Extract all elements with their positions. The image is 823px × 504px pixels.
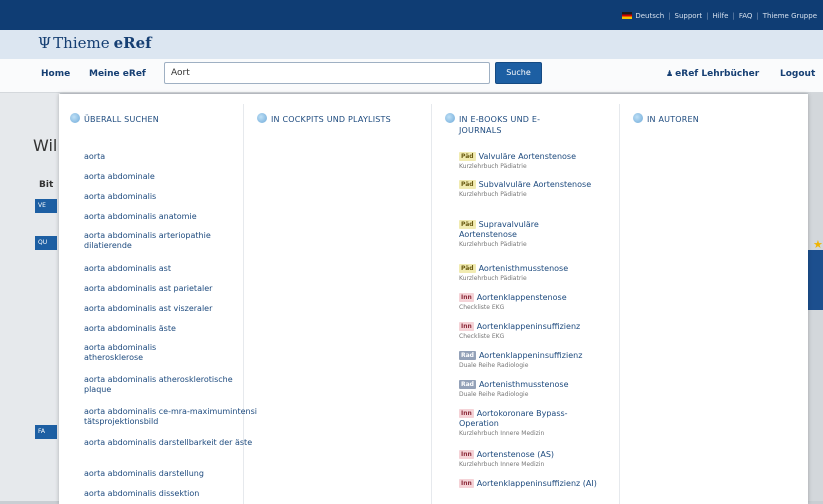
ebook-result[interactable]: Päd Supravalvuläre Aortenstenose Kurzlehr… [459,220,599,249]
subject-badge: Inn [459,322,474,331]
top-link-faq[interactable]: FAQ [739,12,753,20]
ebook-result-title: Subvalvuläre Aortenstenose [478,180,592,189]
ebook-result-title: Aortenklappeninsuffizienz [476,322,581,331]
ebook-result[interactable]: Päd Aortenisthmusstenose Kurzlehrbuch Päd… [459,264,599,283]
search-suggestions-dropdown: ÜBERALL SUCHEN IN COCKPITS UND PLAYLISTS… [59,94,808,504]
background-right-block [808,250,823,310]
thieme-logo-icon: Ψ [38,34,52,52]
subject-badge: Inn [459,409,474,418]
ebook-result-source: Duale Reihe Radiologie [459,362,529,369]
ebook-result-source: Checkliste EKG [459,304,505,311]
subject-badge: Inn [459,479,474,488]
ebook-result[interactable]: Päd Subvalvuläre Aortenstenose Kurzlehrbu… [459,180,599,199]
logout-link[interactable]: Logout [780,69,815,79]
suggestion-item[interactable]: aorta abdominalis ast parietaler [84,284,274,294]
background-label: Bit [39,180,54,190]
ebook-result-title: Aortenklappenstenose [476,293,567,302]
ebook-result[interactable]: Inn Aortenstenose (AS) Kurzlehrbuch Inner… [459,450,599,469]
ebook-result-title: Valvuläre Aortenstenose [478,152,577,161]
subject-badge: Rad [459,351,476,360]
ebook-result-source: Kurzlehrbuch Pädiatrie [459,241,527,248]
column-divider [431,104,432,504]
column-header-autoren[interactable]: IN AUTOREN [633,113,757,125]
ebook-result[interactable]: Inn Aortenklappenstenose Checkliste EKG [459,293,599,312]
search-button[interactable]: Suche [495,62,542,84]
brand-name: Thieme [53,34,110,52]
bullet-icon [633,113,643,123]
background-page-title: Wil [33,136,58,155]
bullet-icon [70,113,80,123]
bullet-icon [445,113,455,123]
background-tag: VE [35,199,57,213]
subject-badge: Inn [459,293,474,302]
brand-header: Ψ Thieme eRef [0,30,823,59]
nav-eref-lehrbuecher-label: eRef Lehrbücher [675,69,760,79]
subject-badge: Päd [459,152,476,161]
bullet-icon [257,113,267,123]
top-link-support[interactable]: Support [675,12,703,20]
background-tag: FA [35,425,57,439]
suggestion-item[interactable]: aorta abdominalis atherosklerose [84,343,194,363]
ebook-result-source: Checkliste EKG [459,333,505,340]
suggestion-item[interactable]: aorta abdominalis arteriopathie dilatier… [84,231,244,251]
subject-badge: Päd [459,264,476,273]
ebook-result-source: Duale Reihe Radiologie [459,391,529,398]
suggestion-item[interactable]: aorta abdominalis ast [84,264,274,274]
suggestion-item[interactable]: aorta abdominalis anatomie [84,212,274,222]
top-link-deutsch[interactable]: Deutsch [635,12,664,20]
subject-badge: Päd [459,220,476,229]
ebook-result-title: Aortenstenose (AS) [476,450,555,459]
suggestion-item[interactable]: aorta abdominalis dissektion [84,489,274,499]
background-tag: QU [35,236,57,250]
suggestion-item[interactable]: aorta abdominalis ast viszeraler [84,304,274,314]
subject-badge: Inn [459,450,474,459]
suggestion-item[interactable]: aorta abdominalis äste [84,324,274,334]
product-name: eRef [113,34,152,52]
column-header-cockpits[interactable]: IN COCKPITS UND PLAYLISTS [257,113,431,125]
nav-home[interactable]: Home [41,69,70,79]
top-bar: Deutsch | Support | Hilfe | FAQ | Thieme Gruppe [0,0,823,30]
ebook-result[interactable]: Rad Aortenklappeninsuffizienz Duale Reihe… [459,351,599,370]
ebook-result[interactable]: Rad Aortenisthmusstenose Duale Reihe Radi… [459,380,599,399]
ebook-result[interactable]: Inn Aortenklappeninsuffizienz (AI) [459,479,599,490]
suggestion-item[interactable]: aorta [84,152,274,162]
ebook-result-title: Aortenklappeninsuffizienz [478,351,583,360]
ebook-result-title: Aortenisthmusstenose [478,380,569,389]
suggestion-item[interactable]: aorta abdominale [84,172,274,182]
top-link-thieme-gruppe[interactable]: Thieme Gruppe [763,12,817,20]
suggestion-item[interactable]: aorta abdominalis [84,192,274,202]
ebook-result-source: Kurzlehrbuch Pädiatrie [459,191,527,198]
thieme-eref-logo[interactable]: Ψ Thieme eRef [38,34,152,52]
german-flag-icon [622,12,633,19]
ebook-result-title: Aortenklappeninsuffizienz (AI) [476,479,597,488]
ebook-result-source: Kurzlehrbuch Pädiatrie [459,275,527,282]
ebook-result-source: Kurzlehrbuch Innere Medizin [459,430,545,437]
top-links: Deutsch | Support | Hilfe | FAQ | Thieme Gruppe [622,12,817,20]
top-link-hilfe[interactable]: Hilfe [713,12,729,20]
ebook-result-title: Aortenisthmusstenose [478,264,569,273]
suggestion-item[interactable]: aorta abdominalis ce-mra-maximumintensit… [84,407,259,427]
ebook-result[interactable]: Päd Valvuläre Aortenstenose Kurzlehrbuch … [459,152,599,171]
column-divider [619,104,620,504]
ebook-result-source: Kurzlehrbuch Pädiatrie [459,163,527,170]
suggestion-item[interactable]: aorta abdominalis darstellbarkeit der äs… [84,438,254,448]
ebook-result[interactable]: Inn Aortokoronare Bypass-Operation Kurzle… [459,409,599,438]
column-header-ebooks[interactable]: IN E-BOOKS UND E-JOURNALS [445,113,569,136]
search-input[interactable] [164,62,490,84]
ebook-result-title: Aortokoronare Bypass-Operation [459,409,568,428]
person-icon: ♟ [666,69,674,78]
subject-badge: Rad [459,380,476,389]
ebook-result[interactable]: Inn Aortenklappeninsuffizienz Checkliste … [459,322,599,341]
suggestion-item[interactable]: aorta abdominalis darstellung [84,469,274,479]
suggestion-item[interactable]: aorta abdominalis atherosklerotische pla… [84,375,254,395]
subject-badge: Päd [459,180,476,189]
star-icon: ★ [813,238,823,251]
ebook-result-source: Kurzlehrbuch Innere Medizin [459,461,545,468]
nav-eref-lehrbuecher[interactable]: ♟ eRef Lehrbücher [666,69,759,79]
column-header-ueberall[interactable]: ÜBERALL SUCHEN [70,113,244,125]
nav-meine-eref[interactable]: Meine eRef [89,69,146,79]
